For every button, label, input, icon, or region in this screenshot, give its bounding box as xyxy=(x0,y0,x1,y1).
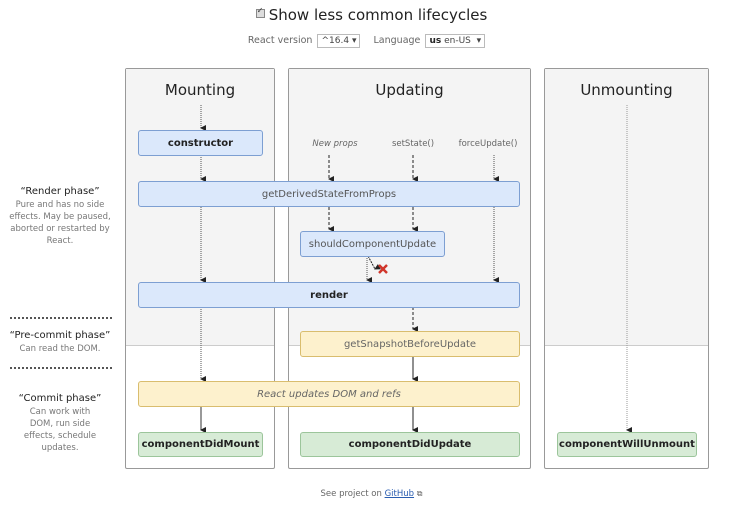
new-props-source: New props xyxy=(312,139,358,149)
get-derived-state-from-props-box[interactable]: getDerivedStateFromProps xyxy=(138,181,520,207)
render-box[interactable]: render xyxy=(138,282,520,308)
react-updates-dom-box: React updates DOM and refs xyxy=(138,381,520,407)
component-did-update-box[interactable]: componentDidUpdate xyxy=(300,432,520,457)
github-link[interactable]: GitHub xyxy=(385,489,414,499)
component-did-mount-box[interactable]: componentDidMount xyxy=(138,432,263,457)
force-update-source: forceUpdate() xyxy=(458,139,518,149)
should-component-update-box[interactable]: shouldComponentUpdate xyxy=(300,231,445,257)
footer: See project on GitHub ⧉ xyxy=(0,489,743,499)
cancel-x-icon xyxy=(378,264,388,274)
set-state-source: setState() xyxy=(391,139,435,149)
external-link-icon: ⧉ xyxy=(416,489,423,498)
footer-text: See project on xyxy=(320,489,382,499)
component-will-unmount-box[interactable]: componentWillUnmount xyxy=(557,432,697,457)
get-snapshot-before-update-box[interactable]: getSnapshotBeforeUpdate xyxy=(300,331,520,357)
constructor-box[interactable]: constructor xyxy=(138,130,263,156)
